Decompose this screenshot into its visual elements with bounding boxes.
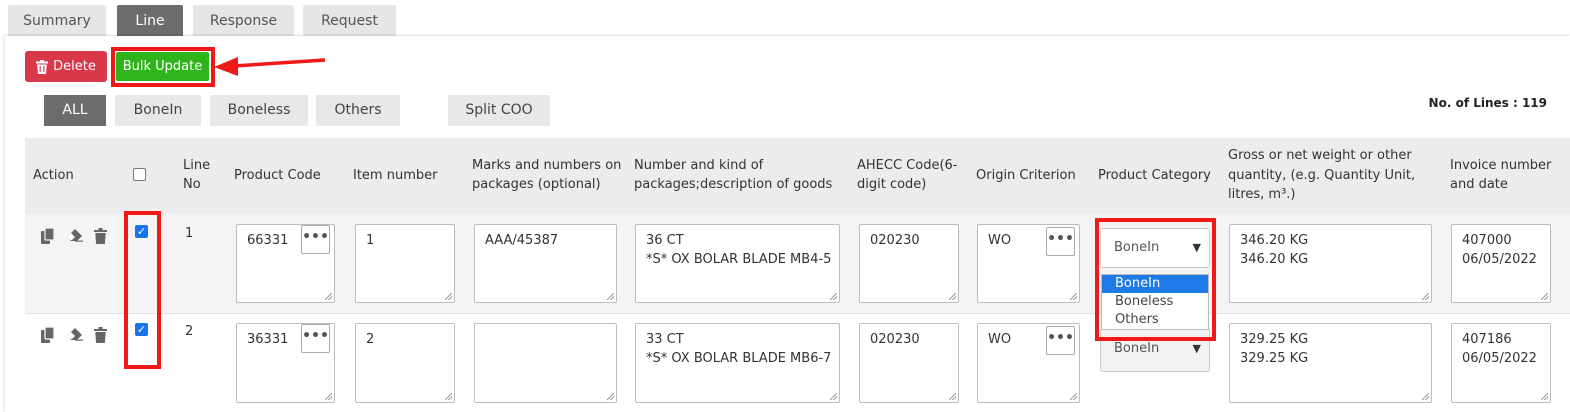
- tab-request[interactable]: Request: [303, 5, 396, 37]
- trash-icon[interactable]: [94, 327, 107, 343]
- invoice-field[interactable]: 407000 06/05/2022: [1451, 224, 1551, 303]
- header-product-code: Product Code: [234, 168, 321, 183]
- header-origin-criterion: Origin Criterion: [976, 168, 1076, 183]
- product-category-select[interactable]: BoneIn ▼: [1100, 228, 1210, 268]
- filter-all[interactable]: ALL: [44, 95, 106, 126]
- filter-boneless[interactable]: Boneless: [210, 95, 308, 126]
- header-marks-2: packages (optional): [472, 177, 601, 192]
- bulk-update-button[interactable]: Bulk Update: [116, 52, 209, 81]
- tab-line[interactable]: Line: [117, 5, 183, 37]
- header-product-category: Product Category: [1098, 168, 1211, 183]
- bulk-update-label: Bulk Update: [122, 59, 203, 74]
- header-number-kind-2: packages;description of goods: [634, 177, 833, 192]
- invoice-field[interactable]: 407186 06/05/2022: [1451, 323, 1551, 403]
- header-item-number: Item number: [353, 168, 438, 183]
- table-row: ✓ 2 36331 ••• 2 33 CT *S* OX BOLAR BLADE…: [25, 313, 1570, 412]
- weight-field[interactable]: 329.25 KG 329.25 KG: [1229, 323, 1432, 403]
- ellipsis-icon: •••: [302, 328, 329, 344]
- dropdown-option-others[interactable]: Others: [1102, 311, 1208, 329]
- header-line-no-2: No: [183, 177, 201, 192]
- header-invoice-2: and date: [1450, 177, 1508, 192]
- ellipsis-icon: •••: [302, 229, 329, 245]
- product-code-lookup-button[interactable]: •••: [301, 324, 330, 353]
- filter-bonein[interactable]: BoneIn: [115, 95, 201, 126]
- header-ahecc-2: digit code): [857, 177, 927, 192]
- product-category-value: BoneIn: [1114, 240, 1160, 255]
- header-action: Action: [33, 168, 74, 183]
- item-number-field[interactable]: 2: [355, 323, 455, 403]
- trash-icon[interactable]: [94, 228, 107, 244]
- product-code-lookup-button[interactable]: •••: [301, 225, 330, 254]
- tab-summary[interactable]: Summary: [8, 5, 106, 37]
- copy-icon[interactable]: [41, 228, 55, 244]
- dropdown-option-bonein[interactable]: BoneIn: [1102, 275, 1208, 293]
- header-invoice-1: Invoice number: [1450, 158, 1552, 173]
- copy-icon[interactable]: [41, 327, 55, 343]
- ahecc-code-field[interactable]: 020230: [859, 224, 959, 303]
- header-line-no-1: Line: [183, 158, 211, 173]
- line-number: 1: [185, 226, 194, 241]
- lines-count: No. of Lines : 119: [1428, 96, 1547, 110]
- description-field[interactable]: 36 CT *S* OX BOLAR BLADE MB4-5: [635, 224, 840, 303]
- item-number-field[interactable]: 1: [355, 224, 455, 303]
- description-field[interactable]: 33 CT *S* OX BOLAR BLADE MB6-7: [635, 323, 840, 403]
- chevron-down-icon: ▼: [1192, 342, 1201, 355]
- trash-icon: [36, 59, 49, 74]
- ellipsis-icon: •••: [1047, 231, 1074, 247]
- origin-lookup-button[interactable]: •••: [1046, 326, 1075, 355]
- dropdown-option-boneless[interactable]: Boneless: [1102, 293, 1208, 311]
- marks-field[interactable]: AAA/45387: [474, 224, 617, 303]
- chevron-down-icon: ▼: [1192, 241, 1201, 254]
- tab-response[interactable]: Response: [193, 5, 294, 37]
- header-weight-2: quantity, (e.g. Quantity Unit,: [1228, 168, 1416, 183]
- weight-field[interactable]: 346.20 KG 346.20 KG: [1229, 224, 1432, 303]
- origin-lookup-button[interactable]: •••: [1046, 227, 1075, 256]
- eraser-icon[interactable]: [66, 328, 83, 341]
- header-weight-3: litres, m³.): [1228, 187, 1296, 202]
- delete-label: Delete: [53, 59, 96, 74]
- header-marks-1: Marks and numbers on: [472, 158, 622, 173]
- product-category-select[interactable]: BoneIn ▼: [1100, 328, 1210, 372]
- eraser-icon[interactable]: [66, 229, 83, 242]
- ellipsis-icon: •••: [1047, 330, 1074, 346]
- filter-others[interactable]: Others: [316, 95, 400, 126]
- line-number: 2: [185, 324, 194, 339]
- ahecc-code-field[interactable]: 020230: [859, 323, 959, 403]
- select-all-checkbox[interactable]: [133, 168, 146, 181]
- delete-button[interactable]: Delete: [25, 51, 107, 82]
- product-category-value: BoneIn: [1114, 341, 1160, 356]
- product-category-dropdown: BoneIn Boneless Others: [1101, 274, 1209, 330]
- header-number-kind-1: Number and kind of: [634, 158, 764, 173]
- table-row: ✓ 1 66331 ••• 1 AAA/45387 36 CT *S* OX B…: [25, 214, 1570, 313]
- table-header: Action Line No Product Code Item number …: [25, 138, 1570, 214]
- row-checkbox[interactable]: ✓: [135, 225, 148, 238]
- header-ahecc-1: AHECC Code(6-: [857, 158, 958, 173]
- row-checkbox[interactable]: ✓: [135, 323, 148, 336]
- arrow-annotation: [214, 57, 326, 76]
- marks-field[interactable]: [474, 323, 617, 403]
- filter-split-coo[interactable]: Split COO: [448, 95, 550, 126]
- header-weight-1: Gross or net weight or other: [1228, 148, 1412, 163]
